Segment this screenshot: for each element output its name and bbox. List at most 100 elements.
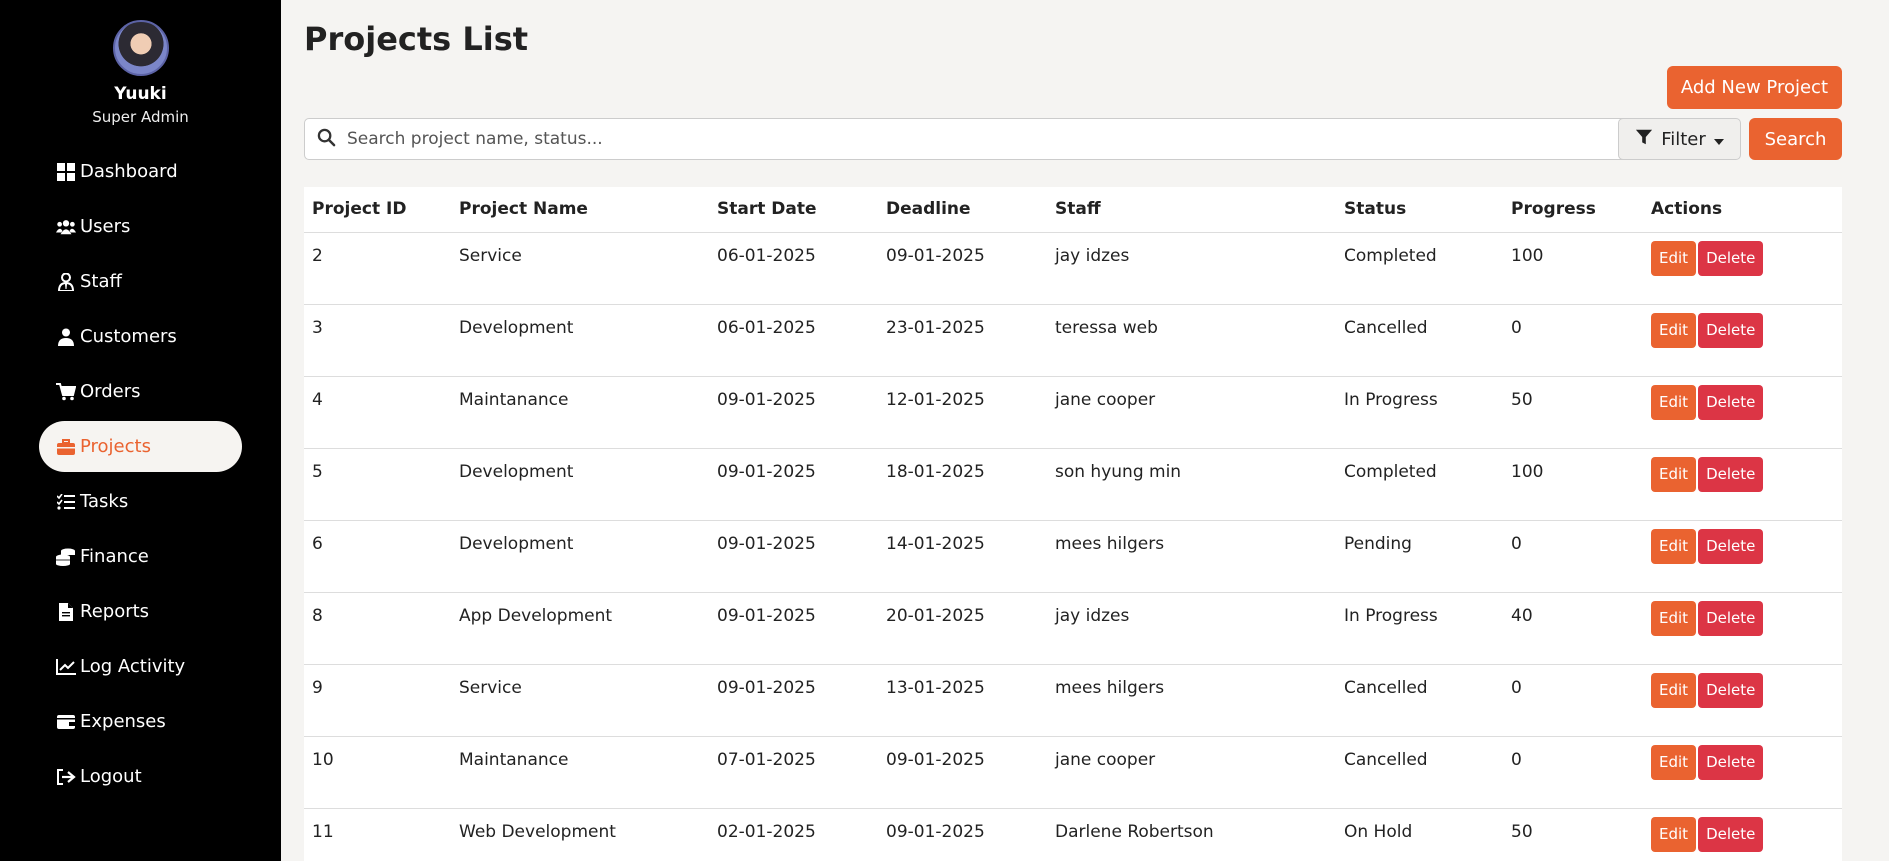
actions-cell: Edit Delete	[1643, 736, 1842, 809]
sidebar-item-label: Tasks	[80, 491, 129, 512]
project-id-cell: 11	[304, 808, 451, 861]
sidebar-item-orders[interactable]: Orders	[39, 366, 242, 417]
filter-dropdown[interactable]: Filter	[1618, 118, 1741, 160]
delete-button[interactable]: Delete	[1698, 384, 1764, 420]
edit-button[interactable]: Edit	[1651, 528, 1697, 564]
sidebar-item-label: Logout	[80, 766, 142, 787]
delete-button[interactable]: Delete	[1698, 744, 1764, 780]
edit-button[interactable]: Edit	[1651, 744, 1697, 780]
edit-button[interactable]: Edit	[1651, 384, 1697, 420]
sidebar-item-staff[interactable]: Staff	[39, 256, 242, 307]
avatar[interactable]	[112, 20, 169, 76]
delete-button[interactable]: Delete	[1698, 600, 1764, 636]
sidebar-item-label: Dashboard	[80, 161, 178, 182]
edit-button[interactable]: Edit	[1651, 240, 1697, 276]
sidebar-item-label: Log Activity	[80, 656, 186, 677]
chart-line-icon	[56, 658, 76, 675]
table-body: 2 Service 06-01-2025 09-01-2025 jay idzes Com…	[304, 232, 1842, 861]
delete-button[interactable]: Delete	[1698, 312, 1764, 348]
sidebar-item-projects[interactable]: Projects	[39, 421, 242, 472]
edit-button[interactable]: Edit	[1651, 672, 1697, 708]
actions-cell: Edit Delete	[1643, 232, 1842, 305]
progress-cell: 50	[1503, 376, 1643, 449]
search-button[interactable]: Search	[1749, 118, 1842, 160]
edit-button[interactable]: Edit	[1651, 600, 1697, 636]
project-id-cell: 8	[304, 592, 451, 665]
status-cell: Completed	[1336, 448, 1503, 521]
column-header: Project ID	[304, 187, 451, 233]
projects-table: Project ID Project Name Start Date Deadline…	[304, 187, 1842, 861]
progress-cell: 0	[1503, 520, 1643, 593]
column-header: Progress	[1503, 187, 1643, 233]
project-id-cell: 6	[304, 520, 451, 593]
project-name-cell: Development	[451, 520, 709, 593]
status-cell: On Hold	[1336, 808, 1503, 861]
briefcase-icon	[56, 438, 76, 455]
sidebar-item-logout[interactable]: Logout	[39, 751, 242, 802]
delete-button[interactable]: Delete	[1698, 240, 1764, 276]
delete-button[interactable]: Delete	[1698, 528, 1764, 564]
start-date-cell: 09-01-2025	[709, 376, 878, 449]
deadline-cell: 13-01-2025	[878, 664, 1047, 737]
delete-button[interactable]: Delete	[1698, 456, 1764, 492]
logout-icon	[56, 768, 76, 785]
actions-cell: Edit Delete	[1643, 520, 1842, 593]
project-id-cell: 4	[304, 376, 451, 449]
edit-button[interactable]: Edit	[1651, 312, 1697, 348]
deadline-cell: 23-01-2025	[878, 304, 1047, 377]
search-input[interactable]	[347, 129, 1607, 149]
progress-cell: 0	[1503, 736, 1643, 809]
edit-button[interactable]: Edit	[1651, 816, 1697, 852]
column-header: Start Date	[709, 187, 878, 233]
delete-button[interactable]: Delete	[1698, 672, 1764, 708]
project-name-cell: Development	[451, 448, 709, 521]
column-header: Project Name	[451, 187, 709, 233]
sidebar-item-reports[interactable]: Reports	[39, 586, 242, 637]
actions-cell: Edit Delete	[1643, 592, 1842, 665]
column-header: Status	[1336, 187, 1503, 233]
add-new-project-button[interactable]: Add New Project	[1666, 66, 1842, 109]
search-icon	[317, 128, 339, 151]
sidebar-item-dashboard[interactable]: Dashboard	[39, 146, 242, 197]
project-name-cell: Maintanance	[451, 736, 709, 809]
sidebar-item-label: Expenses	[80, 711, 166, 732]
sidebar-item-customers[interactable]: Customers	[39, 311, 242, 362]
staff-cell: jay idzes	[1047, 232, 1336, 305]
user-name: Yuuki	[114, 84, 167, 104]
start-date-cell: 09-01-2025	[709, 664, 878, 737]
search-bar[interactable]	[304, 118, 1631, 160]
staff-cell: jay idzes	[1047, 592, 1336, 665]
project-name-cell: Development	[451, 304, 709, 377]
sidebar-item-expenses[interactable]: Expenses	[39, 696, 242, 747]
edit-button[interactable]: Edit	[1651, 456, 1697, 492]
sidebar-item-label: Reports	[80, 601, 150, 622]
project-id-cell: 3	[304, 304, 451, 377]
sidebar: Yuuki Super Admin Dashboard Users Staff Cus…	[0, 0, 281, 861]
start-date-cell: 06-01-2025	[709, 304, 878, 377]
staff-cell: Darlene Robertson	[1047, 808, 1336, 861]
status-cell: Completed	[1336, 232, 1503, 305]
sidebar-item-label: Projects	[80, 436, 151, 457]
sidebar-item-tasks[interactable]: Tasks	[39, 476, 242, 527]
progress-cell: 100	[1503, 448, 1643, 521]
staff-cell: mees hilgers	[1047, 664, 1336, 737]
file-icon	[56, 602, 76, 621]
table-row: 6 Development 09-01-2025 14-01-2025 mees hil…	[304, 520, 1842, 593]
project-name-cell: Service	[451, 232, 709, 305]
tasks-icon	[56, 493, 76, 510]
progress-cell: 100	[1503, 232, 1643, 305]
status-cell: Pending	[1336, 520, 1503, 593]
profile: Yuuki Super Admin	[0, 0, 281, 126]
sidebar-nav: Dashboard Users Staff Customers Orders Projec…	[0, 146, 281, 802]
table-row: 4 Maintanance 09-01-2025 12-01-2025 jane coo…	[304, 376, 1842, 449]
sidebar-item-label: Users	[80, 216, 131, 237]
sidebar-item-log-activity[interactable]: Log Activity	[39, 641, 242, 692]
table-header-row: Project ID Project Name Start Date Deadline…	[304, 187, 1842, 233]
sidebar-item-users[interactable]: Users	[39, 201, 242, 252]
staff-icon	[56, 272, 76, 291]
user-role: Super Admin	[92, 108, 189, 126]
start-date-cell: 06-01-2025	[709, 232, 878, 305]
sidebar-item-finance[interactable]: Finance	[39, 531, 242, 582]
deadline-cell: 20-01-2025	[878, 592, 1047, 665]
delete-button[interactable]: Delete	[1698, 816, 1764, 852]
